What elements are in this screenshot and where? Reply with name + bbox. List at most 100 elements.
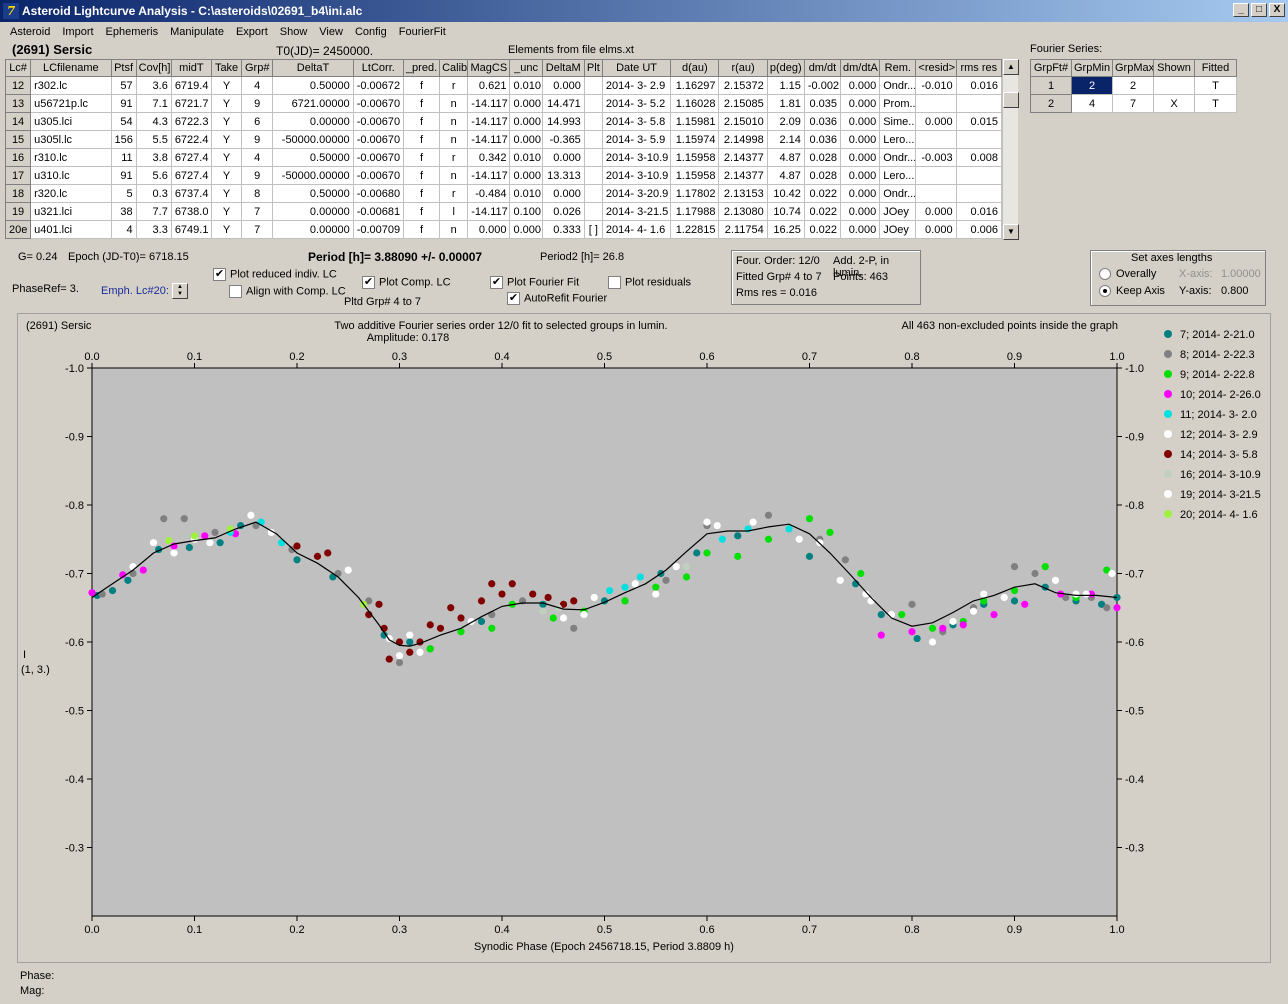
table-row[interactable]: 14 u305.lci 54 4.3 6722.3 Y 6 0.00000 -0.00670 f n… [5, 112, 1002, 131]
table-cell[interactable]: 2.11754 [718, 220, 768, 239]
table-cell[interactable]: 0.036 [803, 130, 842, 149]
table-cell[interactable]: 0.00000 [272, 220, 354, 239]
table-cell[interactable]: f [402, 166, 441, 185]
table-cell[interactable]: 0.000 [840, 202, 881, 221]
table-cell[interactable]: 10.74 [766, 202, 805, 221]
column-header[interactable]: d(au) [670, 59, 720, 77]
table-cell[interactable]: 0.342 [467, 148, 511, 167]
table-cell[interactable]: 3.8 [135, 148, 172, 167]
table-cell[interactable]: 0.036 [803, 112, 842, 131]
menu-show[interactable]: Show [274, 26, 314, 38]
table-cell[interactable]: 6727.4 [170, 148, 213, 167]
table-row[interactable]: 16 r310.lc 11 3.8 6727.4 Y 4 0.50000 -0.00670 f r 0… [5, 148, 1002, 167]
table-cell[interactable] [583, 76, 603, 95]
plot-residuals-checkbox[interactable]: Plot residuals [608, 276, 691, 289]
table-cell[interactable]: 13.313 [541, 166, 585, 185]
menu-asteroid[interactable]: Asteroid [4, 26, 56, 38]
column-header[interactable]: DeltaT [272, 59, 354, 77]
table-cell[interactable]: f [402, 130, 441, 149]
table-cell[interactable]: T [1194, 94, 1237, 113]
table-cell[interactable]: 0.010 [509, 76, 543, 95]
row-header[interactable]: 18 [5, 184, 32, 203]
table-cell[interactable]: 4 [110, 220, 137, 239]
table-cell[interactable]: 2.14 [766, 130, 805, 149]
table-cell[interactable]: Prom... [879, 94, 917, 113]
table-cell[interactable]: 0.000 [509, 166, 543, 185]
table-cell[interactable]: n [439, 130, 469, 149]
column-header[interactable]: LCfilename [30, 59, 112, 77]
scroll-down-icon[interactable]: ▼ [1003, 224, 1019, 240]
table-cell[interactable]: 2014- 4- 1.6 [601, 220, 672, 239]
table-cell[interactable]: 0.3 [135, 184, 172, 203]
table-cell[interactable]: X [1153, 94, 1195, 113]
row-header[interactable]: 16 [5, 148, 32, 167]
table-cell[interactable]: r [439, 148, 469, 167]
table-cell[interactable]: 6749.1 [170, 220, 213, 239]
table-cell[interactable]: 0.000 [509, 94, 543, 113]
table-cell[interactable]: l [439, 202, 469, 221]
table-cell[interactable]: 6722.4 [170, 130, 213, 149]
table-cell[interactable]: -14.117 [467, 202, 511, 221]
table-cell[interactable]: 91 [110, 94, 137, 113]
table-cell[interactable]: 2.14998 [718, 130, 768, 149]
table-cell[interactable]: 2014- 3- 5.2 [601, 94, 672, 113]
column-header[interactable]: Plt [583, 59, 603, 77]
table-cell[interactable]: 0.50000 [272, 148, 354, 167]
overally-radio[interactable]: Overally [1099, 268, 1156, 281]
table-cell[interactable]: -14.117 [467, 166, 511, 185]
table-row[interactable]: 19 u321.lci 38 7.7 6738.0 Y 7 0.00000 -0.00681 f l… [5, 202, 1002, 221]
table-cell[interactable]: 2014- 3-21.5 [601, 202, 672, 221]
table-cell[interactable]: 11 [110, 148, 137, 167]
table-cell[interactable] [955, 94, 1002, 113]
table-cell[interactable] [955, 130, 1002, 149]
table-cell[interactable] [1153, 76, 1195, 95]
table-cell[interactable]: r [439, 76, 469, 95]
column-header[interactable]: Rem. [879, 59, 917, 77]
table-cell[interactable]: 0.028 [803, 166, 842, 185]
table-cell[interactable]: 0.010 [509, 148, 543, 167]
table-cell[interactable]: 0.000 [915, 112, 957, 131]
table-cell[interactable]: 0.000 [467, 220, 511, 239]
table-cell[interactable]: 2 [1112, 76, 1154, 95]
table-cell[interactable]: 10.42 [766, 184, 805, 203]
emph-lc-spinner[interactable]: ▲ ▼ [172, 283, 188, 299]
table-cell[interactable]: -0.00670 [352, 112, 404, 131]
table-cell[interactable]: 5 [110, 184, 137, 203]
radio-icon[interactable] [1099, 285, 1111, 298]
maximize-button[interactable]: □ [1251, 3, 1267, 17]
keep-axis-radio[interactable]: Keep Axis [1099, 285, 1165, 298]
column-header[interactable]: r(au) [718, 59, 768, 77]
menu-fourierfit[interactable]: FourierFit [393, 26, 452, 38]
plot-panel[interactable]: 0.0 0.0 0.1 0.1 0.2 0.2 0.3 0.3 0.4 0.4 0.5 0.5 0.6 0… [17, 313, 1271, 963]
table-cell[interactable]: 91 [110, 166, 137, 185]
plot-reduced-check-icon[interactable]: ✔ [213, 268, 226, 281]
table-cell[interactable]: Lero... [879, 166, 917, 185]
table-row[interactable]: 15 u305l.lc 156 5.5 6722.4 Y 9 -50000.00000 -0.0… [5, 130, 1002, 149]
table-cell[interactable]: n [439, 112, 469, 131]
column-header[interactable]: midT [170, 59, 213, 77]
table-cell[interactable]: Ondr... [879, 76, 917, 95]
column-header[interactable]: <resid> [915, 59, 957, 77]
table-cell[interactable] [955, 184, 1002, 203]
plot-comp-check-icon[interactable]: ✔ [362, 276, 375, 289]
table-cell[interactable]: 0.000 [840, 112, 881, 131]
plot-comp-checkbox[interactable]: ✔ Plot Comp. LC [362, 276, 451, 289]
column-header[interactable]: rms res [955, 59, 1002, 77]
table-cell[interactable]: 1.15 [766, 76, 805, 95]
table-cell[interactable]: -0.00670 [352, 148, 404, 167]
table-cell[interactable]: 7.7 [135, 202, 172, 221]
table-cell[interactable]: -0.00670 [352, 94, 404, 113]
table-cell[interactable]: 0.000 [840, 166, 881, 185]
row-header[interactable]: 12 [5, 76, 32, 95]
table-cell[interactable] [915, 94, 957, 113]
table-cell[interactable]: 0.000 [915, 220, 957, 239]
table-cell[interactable] [583, 130, 603, 149]
table-cell[interactable]: 2014- 3-10.9 [601, 148, 672, 167]
column-header[interactable]: Ptsf [110, 59, 137, 77]
table-cell[interactable]: -0.484 [467, 184, 511, 203]
table-cell[interactable]: 2.15085 [718, 94, 768, 113]
table-cell[interactable]: 0.016 [955, 76, 1002, 95]
table-cell[interactable] [583, 112, 603, 131]
minimize-button[interactable]: _ [1233, 3, 1249, 17]
table-cell[interactable]: r310.lc [30, 148, 112, 167]
